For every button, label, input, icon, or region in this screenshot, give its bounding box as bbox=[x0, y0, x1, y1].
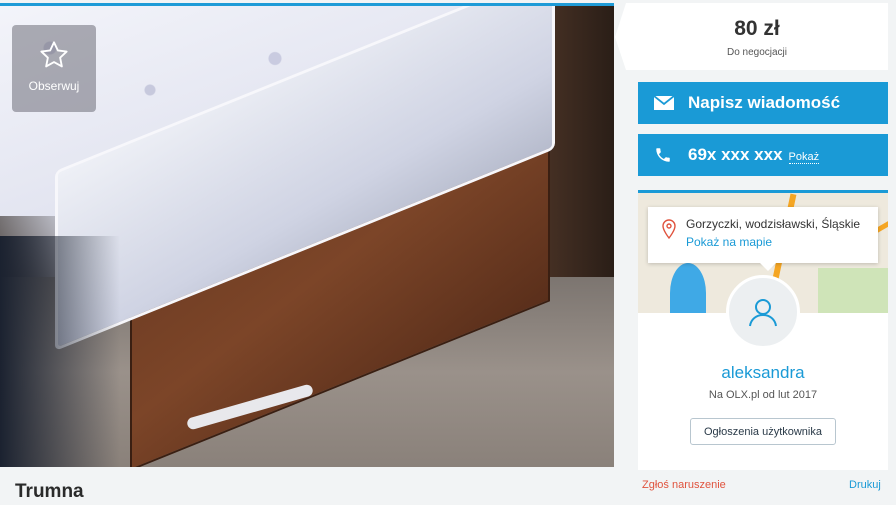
user-icon bbox=[749, 299, 777, 327]
show-phone-link[interactable]: Pokaż bbox=[788, 147, 820, 164]
location-name: Gorzyczki, wodzisławski, Śląskie bbox=[686, 217, 861, 231]
price-amount: 80 zł bbox=[734, 17, 780, 40]
map-green-area bbox=[818, 268, 888, 313]
star-icon bbox=[40, 41, 68, 68]
location-popup: Gorzyczki, wodzisławski, Śląskie Pokaż n… bbox=[648, 207, 878, 271]
listing-title: Trumna bbox=[15, 481, 84, 502]
price-box: 80 zł Do negocjacji bbox=[615, 3, 888, 70]
member-since: Na OLX.pl od lut 2017 bbox=[708, 389, 818, 401]
seller-card: Gorzyczki, wodzisławski, Śląskie Pokaż n… bbox=[638, 190, 888, 470]
photo-shade bbox=[0, 236, 120, 467]
map-water bbox=[670, 263, 706, 313]
observe-label: Obserwuj bbox=[28, 79, 80, 93]
phone-button[interactable]: 69x xxx xxx Pokaż bbox=[638, 134, 888, 176]
show-on-map-link[interactable]: Pokaż na mapie bbox=[686, 235, 772, 249]
seller-name[interactable]: aleksandra bbox=[638, 363, 888, 383]
report-link[interactable]: Zgłoś naruszenie bbox=[642, 479, 726, 491]
user-ads-button[interactable]: Ogłoszenia użytkownika bbox=[690, 418, 836, 445]
send-message-label: Napisz wiadomość bbox=[688, 93, 841, 112]
phone-number: 69x xxx xxx bbox=[688, 145, 783, 164]
envelope-icon bbox=[654, 96, 682, 110]
price-note: Do negocjacji bbox=[726, 47, 788, 58]
phone-icon bbox=[654, 146, 682, 164]
avatar bbox=[726, 275, 800, 349]
listing-photo[interactable]: Obserwuj bbox=[0, 3, 614, 467]
print-link[interactable]: Drukuj bbox=[849, 479, 881, 491]
map-pin-icon bbox=[662, 219, 676, 239]
observe-button[interactable]: Obserwuj bbox=[12, 25, 96, 112]
send-message-button[interactable]: Napisz wiadomość bbox=[638, 82, 888, 124]
listing-page: Obserwuj Trumna 80 zł Do negocjacji Napi… bbox=[0, 0, 896, 505]
